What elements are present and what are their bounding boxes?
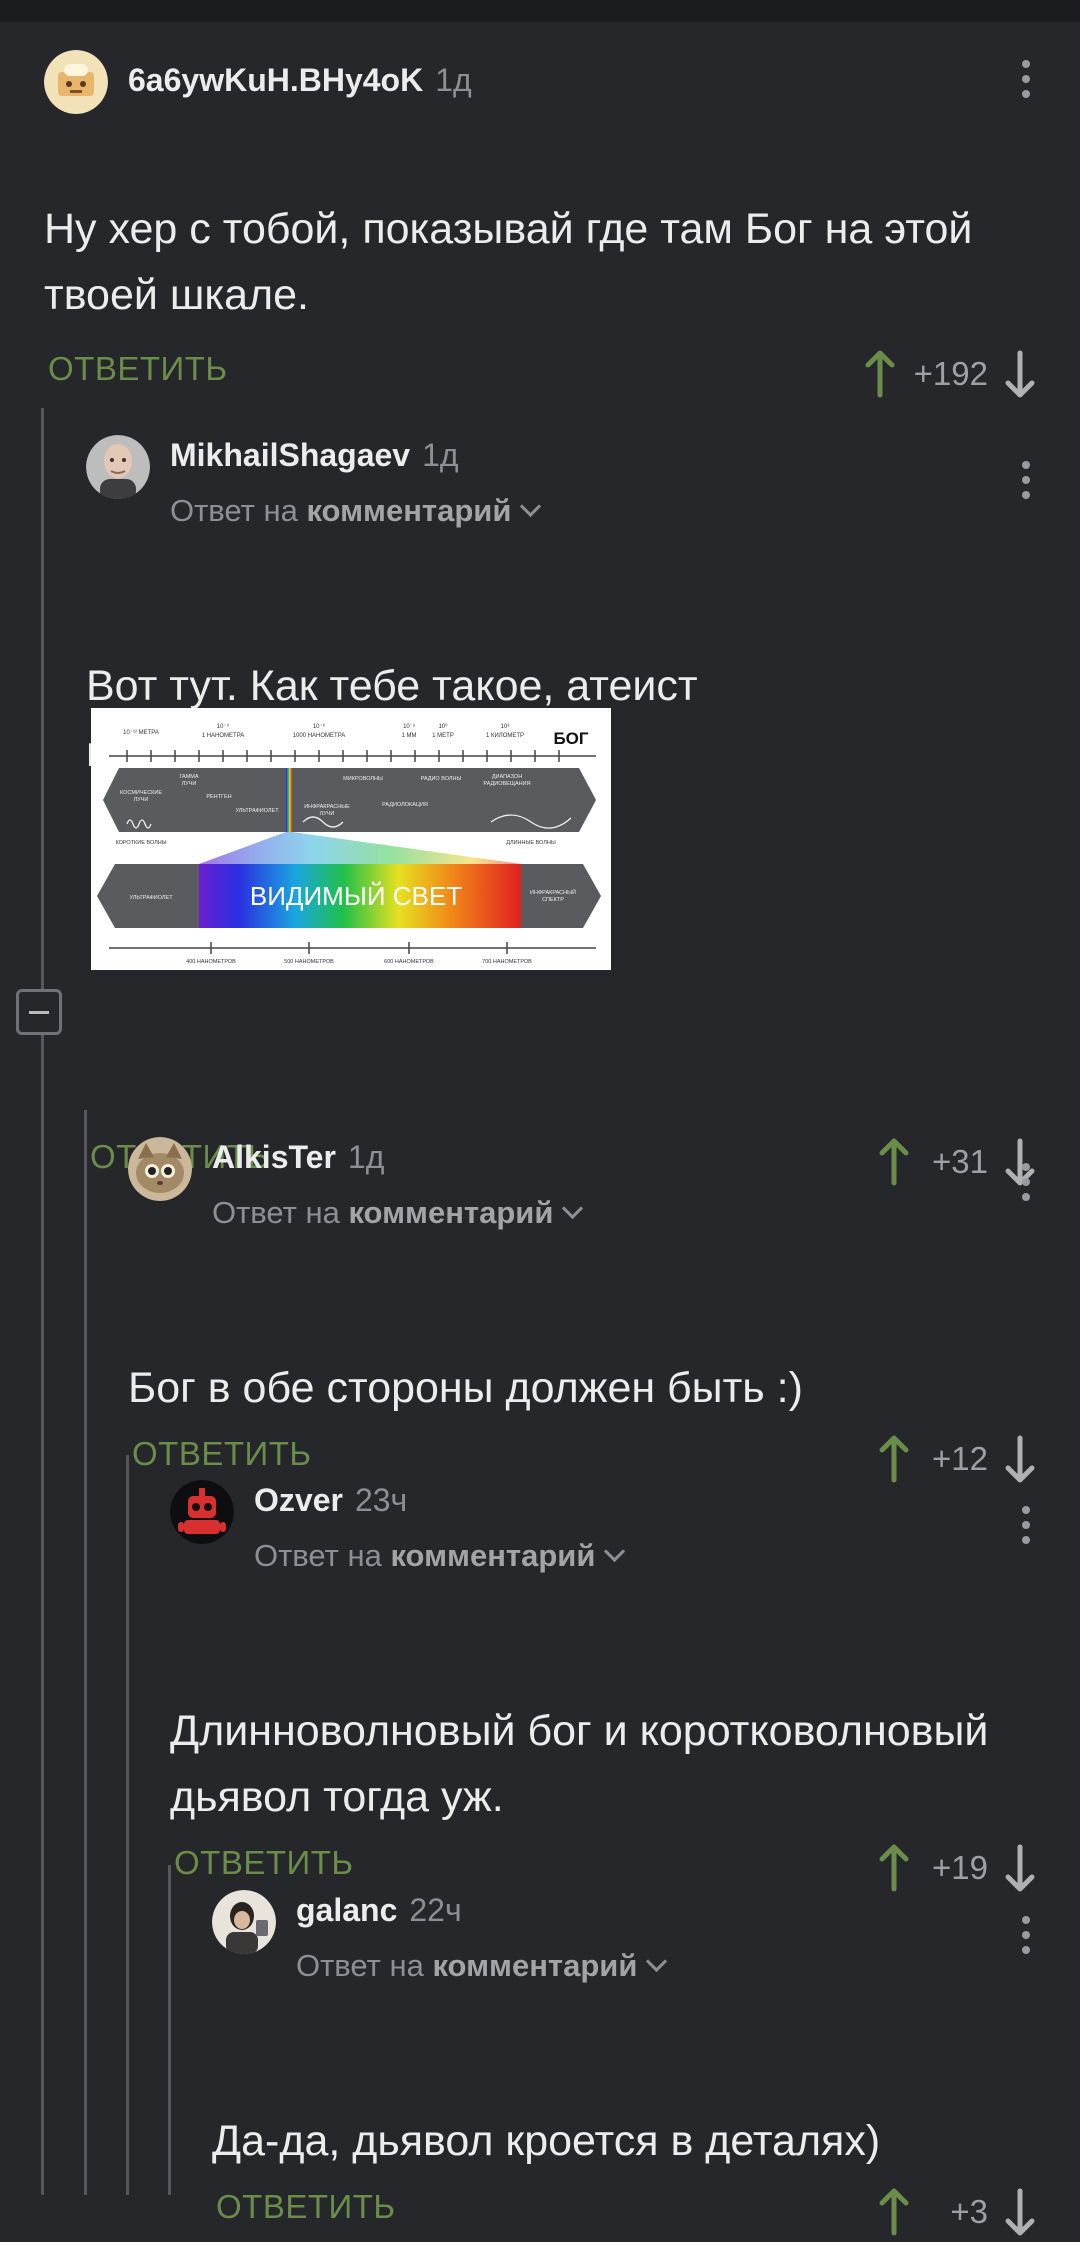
username[interactable]: Ozver 23ч — [254, 1482, 407, 1519]
comment: AlkisTer 1д Ответ на комментарий Бог в об… — [128, 1129, 1080, 1489]
chevron-down-icon — [646, 1950, 668, 1973]
avatar[interactable] — [86, 435, 150, 499]
comment-header: Ozver 23ч Ответ на комментарий — [170, 1472, 1080, 1573]
more-options-icon[interactable] — [1022, 1916, 1032, 1961]
reply-button[interactable]: ОТВЕТИТЬ — [216, 2188, 396, 2226]
svg-text:ИНФРАКРАСНЫЕ: ИНФРАКРАСНЫЕ — [304, 804, 350, 810]
comment-time: 23ч — [354, 1482, 408, 1518]
comment: 6a6ywKuH.BHy4oK 1д Ну хер с тобой, показы… — [44, 42, 1080, 404]
reply-to-link[interactable]: Ответ на комментарий — [296, 1948, 668, 1984]
comment: galanc 22ч Ответ на комментарий Да-да, дь… — [212, 1882, 1080, 2242]
avatar[interactable] — [170, 1480, 234, 1544]
comment-text: Длинноволновый бог и коротковолновый дья… — [170, 1707, 989, 1821]
chevron-down-icon — [562, 1197, 584, 1220]
comment-header: AlkisTer 1д Ответ на комментарий — [128, 1129, 1080, 1230]
reply-button[interactable]: ОТВЕТИТЬ — [48, 350, 228, 388]
svg-text:10³: 10³ — [501, 724, 510, 730]
svg-text:10⁻⁹: 10⁻⁹ — [217, 723, 230, 730]
comment-score: +192 — [913, 355, 988, 392]
comment-footer: ОТВЕТИТЬ +3 — [212, 2182, 1080, 2242]
username[interactable]: AlkisTer 1д — [212, 1139, 384, 1176]
username[interactable]: galanc 22ч — [296, 1892, 462, 1929]
svg-text:10⁻¹² МЕТРА: 10⁻¹² МЕТРА — [123, 730, 159, 736]
more-options-icon[interactable] — [1022, 1506, 1032, 1551]
comment-footer: ОТВЕТИТЬ +192 — [44, 344, 1080, 404]
svg-text:700 НАНОМЕТРОВ: 700 НАНОМЕТРОВ — [482, 959, 532, 965]
comment-score: +3 — [950, 2193, 988, 2230]
avatar[interactable] — [44, 50, 108, 114]
comment-text: Ну хер с тобой, показывай где там Бог на… — [44, 205, 973, 319]
god-label: БОГ — [553, 729, 588, 748]
reply-to-link[interactable]: Ответ на комментарий — [254, 1538, 626, 1574]
thread-line-level-4[interactable] — [168, 1865, 171, 2195]
svg-text:ЛУЧИ: ЛУЧИ — [320, 811, 335, 817]
more-options-icon[interactable] — [1022, 60, 1032, 105]
svg-text:ГАММА: ГАММА — [179, 774, 198, 780]
reply-button[interactable]: ОТВЕТИТЬ — [174, 1844, 354, 1882]
svg-text:КОСМИЧЕСКИЕ: КОСМИЧЕСКИЕ — [120, 790, 162, 796]
comment-time: 22ч — [409, 1892, 462, 1928]
svg-text:РЕНТГЕН: РЕНТГЕН — [206, 794, 231, 800]
svg-text:СПЕКТР: СПЕКТР — [542, 897, 564, 903]
svg-text:1 КИЛОМЕТР: 1 КИЛОМЕТР — [486, 733, 524, 739]
comment-time: 1д — [422, 437, 459, 473]
svg-text:1 ММ: 1 ММ — [402, 733, 417, 739]
thread-line-level-3[interactable] — [126, 1455, 129, 2195]
svg-text:ДЛИННЫЕ ВОЛНЫ: ДЛИННЫЕ ВОЛНЫ — [506, 840, 556, 846]
comment-header: 6a6ywKuH.BHy4oK 1д — [44, 42, 1080, 122]
svg-text:10⁻⁶: 10⁻⁶ — [313, 723, 326, 730]
svg-text:400 НАНОМЕТРОВ: 400 НАНОМЕТРОВ — [186, 959, 236, 965]
svg-text:1000 НАНОМЕТРА: 1000 НАНОМЕТРА — [293, 733, 346, 739]
svg-text:УЛЬТРАФИОЛЕТ: УЛЬТРАФИОЛЕТ — [235, 808, 279, 814]
more-options-icon[interactable] — [1022, 461, 1032, 506]
svg-text:1 НАНОМЕТРА: 1 НАНОМЕТРА — [202, 733, 245, 739]
username[interactable]: MikhailShagaev 1д — [170, 437, 459, 474]
comment-text: Да-да, дьявол кроется в деталях) — [212, 2117, 881, 2165]
reply-to-link[interactable]: Ответ на комментарий — [212, 1195, 584, 1231]
username[interactable]: 6a6ywKuH.BHy4oK 1д — [128, 62, 472, 99]
comment-header: MikhailShagaev 1д Ответ на комментарий — [86, 427, 1080, 528]
svg-text:МИКРОВОЛНЫ: МИКРОВОЛНЫ — [343, 776, 383, 782]
vote-block: +192 — [860, 346, 1040, 402]
visible-light-label: ВИДИМЫЙ СВЕТ — [250, 881, 462, 911]
collapse-thread-icon[interactable] — [16, 989, 62, 1035]
svg-text:РАДИОВЕЩАНИЯ: РАДИОВЕЩАНИЯ — [483, 781, 530, 787]
comment-header: galanc 22ч Ответ на комментарий — [212, 1882, 1080, 1983]
vote-block: +3 — [874, 2184, 1040, 2240]
svg-text:10⁰: 10⁰ — [438, 723, 448, 730]
svg-text:10⁻³: 10⁻³ — [403, 724, 415, 730]
more-options-icon[interactable] — [1022, 1163, 1032, 1208]
svg-text:ЛУЧИ: ЛУЧИ — [182, 781, 197, 787]
reply-to-link[interactable]: Ответ на комментарий — [170, 493, 542, 529]
svg-text:РАДИО ВОЛНЫ: РАДИО ВОЛНЫ — [421, 776, 462, 782]
svg-text:ДИАПАЗОН: ДИАПАЗОН — [492, 774, 522, 780]
avatar[interactable] — [128, 1137, 192, 1201]
comment-time: 1д — [347, 1139, 385, 1175]
spectrum-image[interactable]: 10⁻¹² МЕТРА 10⁻⁹ 1 НАНОМЕТРА 10⁻⁶ 1000 Н… — [91, 708, 611, 970]
thread-line-level-2[interactable] — [84, 1110, 87, 2195]
upvote-arrow-icon[interactable] — [860, 349, 900, 399]
svg-text:500 НАНОМЕТРОВ: 500 НАНОМЕТРОВ — [284, 959, 334, 965]
comment: Ozver 23ч Ответ на комментарий Длинноволн… — [170, 1472, 1080, 1898]
thread-line-level-1[interactable] — [41, 408, 44, 2195]
comment-text: Бог в обе стороны должен быть :) — [128, 1364, 803, 1412]
chevron-down-icon — [520, 495, 542, 518]
avatar[interactable] — [212, 1890, 276, 1954]
svg-text:КОРОТКИЕ ВОЛНЫ: КОРОТКИЕ ВОЛНЫ — [115, 840, 166, 846]
downvote-arrow-icon[interactable] — [1000, 349, 1040, 399]
svg-text:ЛУЧИ: ЛУЧИ — [134, 797, 149, 803]
svg-text:600 НАНОМЕТРОВ: 600 НАНОМЕТРОВ — [384, 959, 434, 965]
reply-button[interactable]: ОТВЕТИТЬ — [132, 1435, 312, 1473]
comment-time: 1д — [435, 62, 472, 98]
svg-text:УЛЬТРАФИОЛЕТ: УЛЬТРАФИОЛЕТ — [129, 895, 173, 901]
svg-text:1 МЕТР: 1 МЕТР — [432, 733, 454, 739]
svg-text:РАДИОЛОКАЦИЯ: РАДИОЛОКАЦИЯ — [382, 802, 428, 808]
svg-text:ИНФРАКРАСНЫЙ: ИНФРАКРАСНЫЙ — [530, 888, 576, 896]
comment-thread: 6a6ywKuH.BHy4oK 1д Ну хер с тобой, показы… — [0, 0, 1080, 2236]
chevron-down-icon — [604, 1540, 626, 1563]
